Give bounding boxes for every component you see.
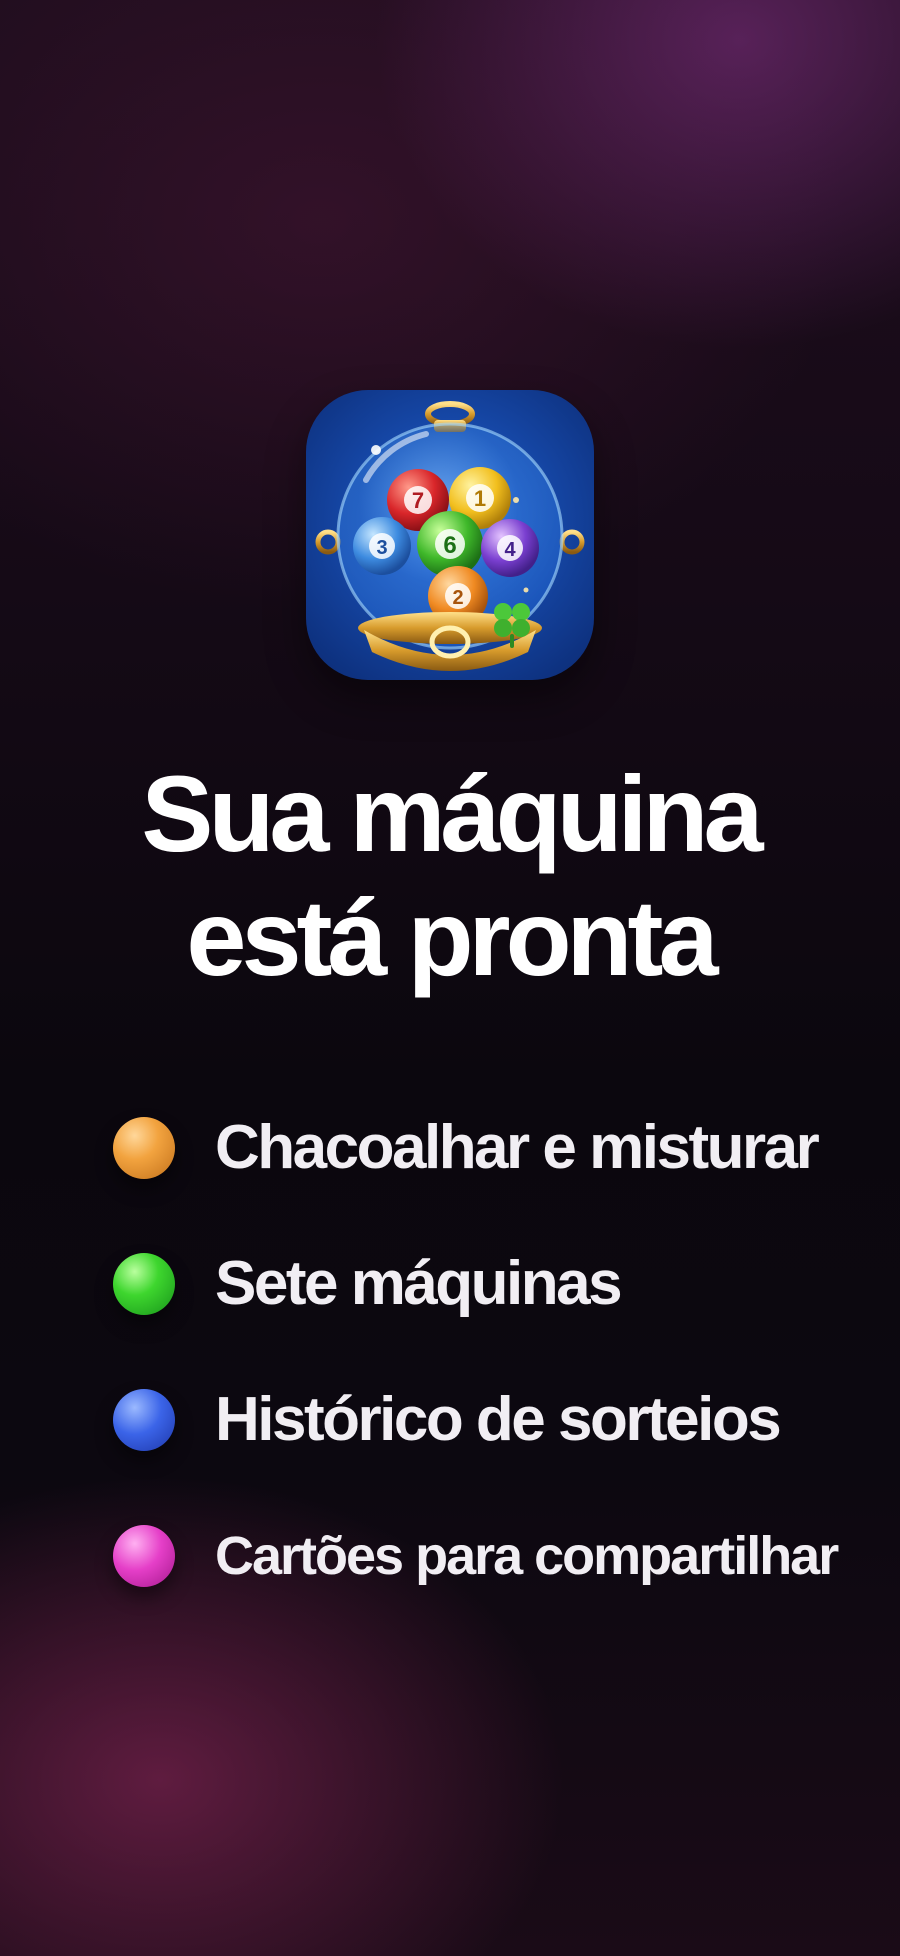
ball-number: 7 [412, 488, 424, 513]
green-ball-icon [113, 1253, 175, 1315]
list-item: Chacoalhar e misturar [0, 1080, 900, 1216]
orange-ball-icon [113, 1117, 175, 1179]
pink-ball-icon [113, 1525, 175, 1587]
gumball-machine-icon: 7 1 3 6 4 2 [315, 401, 585, 671]
list-item: Sete máquinas [0, 1216, 900, 1352]
feature-label: Chacoalhar e misturar [215, 1113, 820, 1182]
ball-number: 4 [504, 539, 516, 561]
title-line-1: Sua máquina [141, 753, 763, 874]
feature-label: Sete máquinas [215, 1249, 623, 1318]
page-title: Sua máquina está pronta [0, 752, 900, 1000]
feature-label: Histórico de sorteios [215, 1385, 782, 1454]
feature-label: Cartões para compartilhar [215, 1526, 839, 1586]
list-item: Cartões para compartilhar [0, 1488, 900, 1624]
ball-number: 6 [443, 532, 456, 559]
blue-ball-icon [113, 1389, 175, 1451]
onboarding-screen: 7 1 3 6 4 2 Sua máquina está pronta Chac… [0, 0, 900, 1956]
ball-number: 2 [452, 587, 463, 609]
ball-number: 3 [376, 537, 387, 559]
feature-list: Chacoalhar e misturar Sete máquinas Hist… [0, 1080, 900, 1624]
list-item: Histórico de sorteios [0, 1352, 900, 1488]
ball-number: 1 [474, 486, 486, 511]
title-line-2: está pronta [186, 877, 718, 998]
app-icon: 7 1 3 6 4 2 [306, 390, 594, 680]
